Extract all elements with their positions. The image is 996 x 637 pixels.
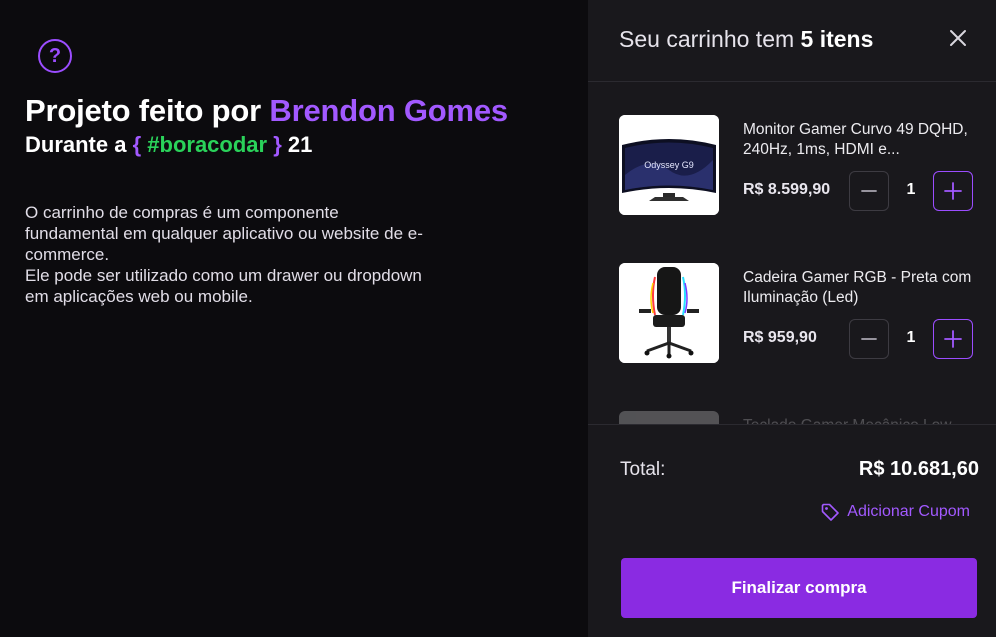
description: O carrinho de compras é um componente fu… bbox=[25, 202, 425, 307]
product-name[interactable]: Teclado Gamer Mecânico Low bbox=[743, 416, 973, 424]
cart-item: Teclado Gamer Mecânico Low bbox=[619, 411, 979, 424]
author-name: Brendon Gomes bbox=[269, 93, 508, 128]
decrease-quantity-button[interactable] bbox=[849, 171, 889, 211]
product-price: R$ 959,90 bbox=[743, 329, 817, 346]
quantity-value: 1 bbox=[906, 329, 916, 346]
plus-icon bbox=[944, 182, 962, 200]
total-value: R$ 10.681,60 bbox=[858, 458, 979, 480]
add-coupon-link[interactable]: Adicionar Cupom bbox=[820, 502, 970, 522]
headline-prefix: Projeto feito por bbox=[25, 93, 270, 128]
add-coupon-label: Adicionar Cupom bbox=[847, 503, 970, 520]
cart-footer: Total: R$ 10.681,60 Adicionar Cupom Fina… bbox=[588, 424, 996, 637]
decrease-quantity-button[interactable] bbox=[849, 319, 889, 359]
checkout-button[interactable]: Finalizar compra bbox=[621, 558, 977, 618]
subline-prefix: Durante a bbox=[25, 132, 133, 157]
product-name[interactable]: Cadeira Gamer RGB - Preta com Iluminação… bbox=[743, 268, 973, 308]
cart-title-prefix: Seu carrinho tem bbox=[619, 26, 801, 52]
hashtag: #boracodar bbox=[141, 132, 274, 157]
brace-close: } bbox=[273, 132, 282, 157]
minus-icon bbox=[861, 338, 877, 340]
close-icon[interactable] bbox=[946, 26, 970, 50]
checkout-button-label: Finalizar compra bbox=[731, 578, 867, 597]
brace-open: { bbox=[132, 132, 142, 157]
cart-header: Seu carrinho tem 5 itens bbox=[588, 0, 996, 82]
page-title: Projeto feito por Brendon Gomes bbox=[25, 93, 508, 129]
minus-icon bbox=[861, 190, 877, 192]
description-paragraph-1: O carrinho de compras é um componente fu… bbox=[25, 203, 423, 264]
cart-item-count: 5 itens bbox=[800, 26, 874, 52]
product-image-keyboard bbox=[619, 411, 719, 424]
tag-icon bbox=[821, 503, 840, 521]
plus-icon bbox=[944, 330, 962, 348]
page-subtitle: Durante a { #boracodar } 21 bbox=[25, 132, 312, 158]
cart-item-list[interactable]: Odyssey G9 Monitor Gamer Curvo 49 DQHD, … bbox=[588, 83, 996, 424]
increase-quantity-button[interactable] bbox=[933, 171, 973, 211]
cart-item: Odyssey G9 Monitor Gamer Curvo 49 DQHD, … bbox=[619, 115, 979, 215]
cart-title: Seu carrinho tem 5 itens bbox=[619, 26, 873, 53]
quantity-value: 1 bbox=[906, 181, 916, 198]
product-name[interactable]: Monitor Gamer Curvo 49 DQHD, 240Hz, 1ms,… bbox=[743, 120, 973, 160]
product-image-monitor: Odyssey G9 bbox=[619, 115, 719, 215]
cart-item: Cadeira Gamer RGB - Preta com Iluminação… bbox=[619, 263, 979, 363]
product-price: R$ 8.599,90 bbox=[743, 181, 831, 198]
intro-panel: ? Projeto feito por Brendon Gomes Durant… bbox=[0, 0, 588, 637]
total-label: Total: bbox=[620, 459, 666, 480]
description-paragraph-2: Ele pode ser utilizado como um drawer ou… bbox=[25, 266, 422, 306]
edition-number: 21 bbox=[281, 132, 313, 157]
help-circle-icon[interactable]: ? bbox=[38, 39, 72, 73]
product-image-chair bbox=[619, 263, 719, 363]
increase-quantity-button[interactable] bbox=[933, 319, 973, 359]
monitor-screen-text: Odyssey G9 bbox=[644, 160, 694, 170]
cart-drawer: Seu carrinho tem 5 itens Odyssey G9 Moni… bbox=[588, 0, 996, 637]
